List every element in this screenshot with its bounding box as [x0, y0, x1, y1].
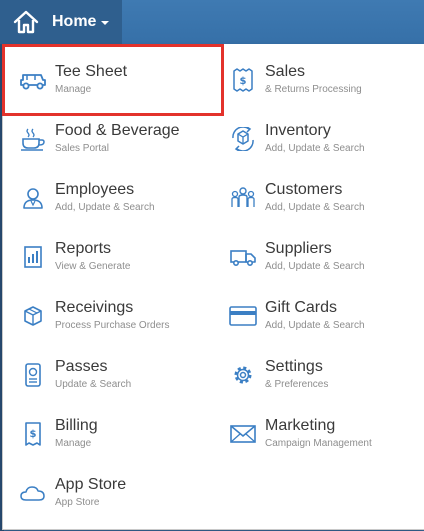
menu-item-inventory[interactable]: Inventory Add, Update & Search [219, 113, 419, 167]
menu-item-title: Receivings [55, 299, 134, 316]
menu-item-employees[interactable]: Employees Add, Update & Search [9, 172, 209, 226]
menu-item-subtitle: Update & Search [55, 379, 132, 390]
pass-icon [19, 363, 47, 387]
menu-item-subtitle: Add, Update & Search [55, 202, 155, 213]
menu-item-title: Inventory [265, 122, 331, 139]
menu-item-title: Marketing [265, 417, 336, 434]
menu-item-title: Food & Beverage [55, 122, 180, 139]
menu-item-sales[interactable]: $ Sales & Returns Processing [219, 54, 419, 108]
menu-item-title: Reports [55, 240, 112, 257]
menu-item-suppliers[interactable]: Suppliers Add, Update & Search [219, 231, 419, 285]
menu-item-title: Employees [55, 181, 135, 198]
menu-item-customers[interactable]: Customers Add, Update & Search [219, 172, 419, 226]
menu-item-subtitle: & Preferences [265, 379, 329, 390]
menu-item-subtitle: Manage [55, 438, 92, 449]
top-nav-bar: Home [0, 0, 424, 44]
menu-item-receivings[interactable]: Receivings Process Purchase Orders [9, 290, 209, 344]
package-icon [19, 304, 47, 328]
menu-item-subtitle: Add, Update & Search [265, 143, 365, 154]
menu-item-billing[interactable]: $ Billing Manage [9, 408, 209, 462]
menu-item-title: Suppliers [265, 240, 332, 257]
home-label: Home [52, 13, 97, 30]
menu-item-title: Gift Cards [265, 299, 338, 316]
svg-text:$: $ [30, 429, 37, 440]
gear-icon [229, 363, 257, 387]
menu-item-subtitle: App Store [55, 497, 100, 508]
cloud-icon [19, 481, 47, 505]
menu-item-title: Settings [265, 358, 323, 375]
menu-item-subtitle: Process Purchase Orders [55, 320, 170, 331]
menu-item-title: Passes [55, 358, 108, 375]
menu-item-subtitle: & Returns Processing [265, 84, 362, 95]
menu-item-food-beverage[interactable]: Food & Beverage Sales Portal [9, 113, 209, 167]
menu-item-title: Billing [55, 417, 98, 434]
receipt-icon: $ [229, 68, 257, 92]
menu-item-title: Customers [265, 181, 343, 198]
report-icon [19, 245, 47, 269]
box-cycle-icon [229, 127, 257, 151]
menu-item-subtitle: View & Generate [55, 261, 131, 272]
menu-item-marketing[interactable]: Marketing Campaign Management [219, 408, 419, 462]
selection-highlight [2, 44, 224, 116]
menu-item-subtitle: Add, Update & Search [265, 261, 365, 272]
menu-item-reports[interactable]: Reports View & Generate [9, 231, 209, 285]
coffee-cup-icon [19, 127, 47, 151]
chevron-down-icon [101, 21, 109, 25]
menu-item-subtitle: Add, Update & Search [265, 320, 365, 331]
card-icon [229, 304, 257, 328]
home-dropdown-menu: Tee Sheet Manage $ Sales & Returns Proce… [2, 44, 424, 530]
svg-text:$: $ [240, 76, 247, 87]
menu-item-subtitle: Add, Update & Search [265, 202, 365, 213]
menu-item-settings[interactable]: Settings & Preferences [219, 349, 419, 403]
employee-icon [19, 186, 47, 210]
menu-item-app-store[interactable]: App Store App Store [9, 467, 209, 521]
menu-item-subtitle: Sales Portal [55, 143, 109, 154]
menu-item-title: App Store [55, 476, 127, 493]
menu-item-title: Sales [265, 63, 306, 80]
truck-icon [229, 245, 257, 269]
envelope-icon [229, 422, 257, 446]
bill-icon: $ [19, 422, 47, 446]
home-menu-button[interactable]: Home [0, 0, 122, 44]
people-group-icon [229, 186, 257, 210]
menu-item-subtitle: Campaign Management [265, 438, 372, 449]
menu-item-passes[interactable]: Passes Update & Search [9, 349, 209, 403]
house-icon [12, 8, 40, 36]
menu-item-gift-cards[interactable]: Gift Cards Add, Update & Search [219, 290, 419, 344]
